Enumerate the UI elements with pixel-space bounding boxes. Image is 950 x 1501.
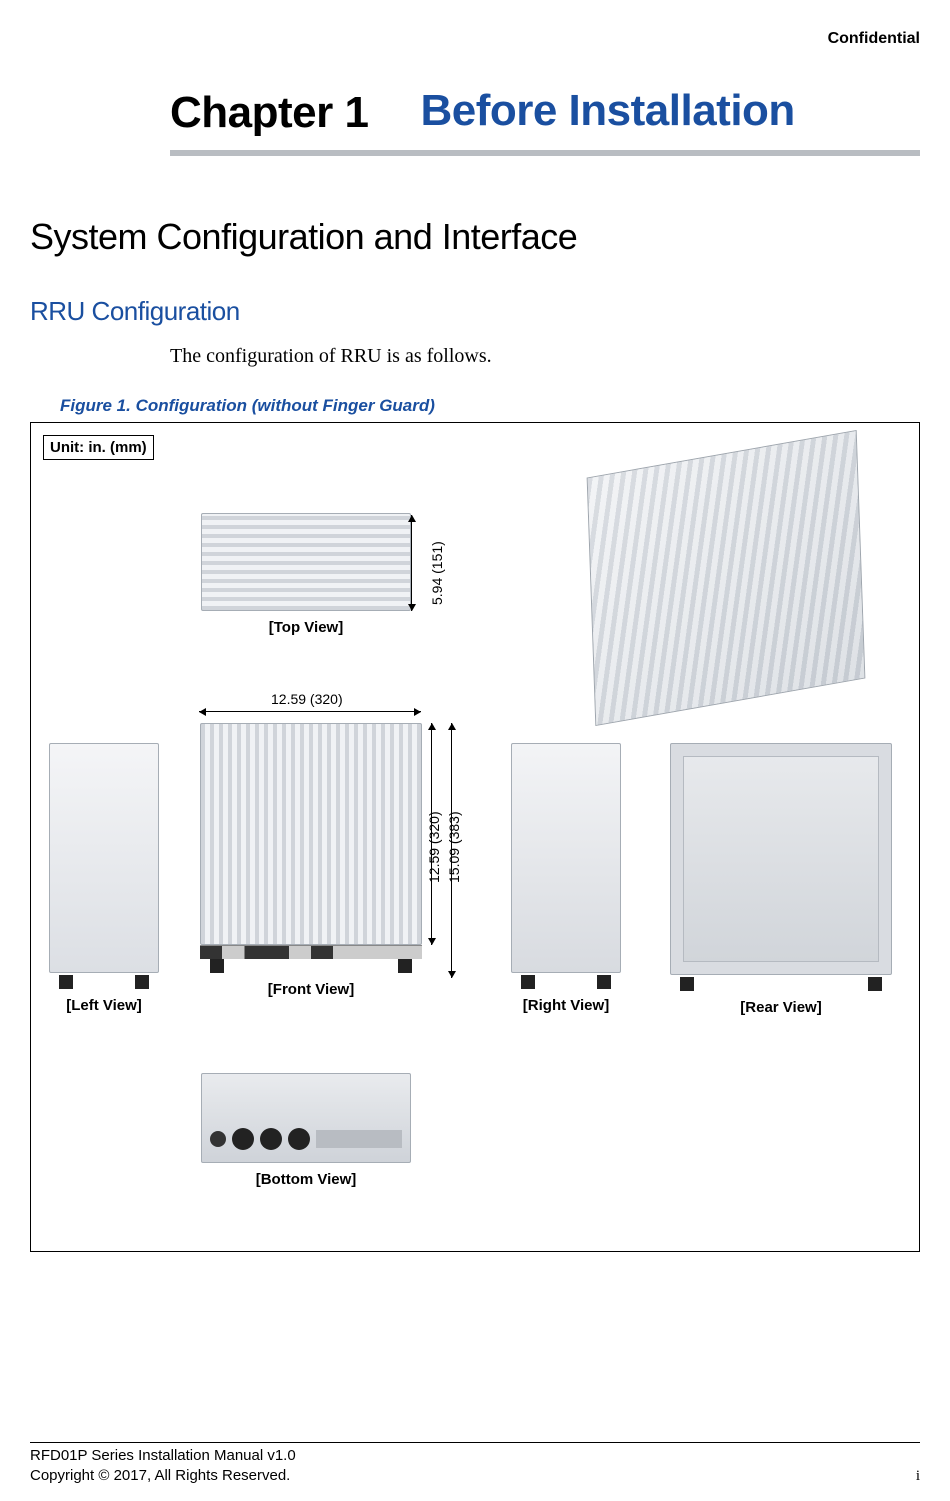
rear-view-label: [Rear View] bbox=[661, 999, 901, 1016]
top-view-label: [Top View] bbox=[191, 619, 421, 636]
chapter-heading: Chapter 1 Before Installation bbox=[170, 88, 920, 138]
isometric-view-image bbox=[587, 430, 866, 726]
top-view-image bbox=[201, 513, 411, 611]
dim-height-overall: 15.09 (383) bbox=[446, 811, 462, 883]
right-view-image bbox=[511, 743, 621, 973]
footer-divider bbox=[30, 1442, 920, 1443]
footer-manual: RFD01P Series Installation Manual v1.0 bbox=[30, 1446, 296, 1466]
footer-copyright: Copyright © 2017, All Rights Reserved. bbox=[30, 1466, 296, 1486]
dim-depth: 5.94 (151) bbox=[429, 541, 445, 605]
confidential-label: Confidential bbox=[30, 30, 920, 48]
left-view-label: [Left View] bbox=[39, 997, 169, 1014]
body-paragraph: The configuration of RRU is as follows. bbox=[170, 345, 920, 368]
footer-page-number: i bbox=[916, 1468, 920, 1485]
front-view-panel: [Front View] bbox=[191, 723, 431, 998]
dim-width: 12.59 (320) bbox=[271, 691, 343, 707]
chapter-number: Chapter 1 bbox=[170, 88, 368, 138]
rear-view-panel: [Rear View] bbox=[661, 743, 901, 1016]
left-view-panel: [Left View] bbox=[39, 743, 169, 1014]
figure-caption: Figure 1. Configuration (without Finger … bbox=[60, 396, 920, 416]
section-heading-1: System Configuration and Interface bbox=[30, 216, 920, 258]
front-view-label: [Front View] bbox=[191, 981, 431, 998]
right-view-panel: [Right View] bbox=[491, 743, 641, 1014]
right-view-label: [Right View] bbox=[491, 997, 641, 1014]
dim-height-body: 12.59 (320) bbox=[426, 811, 442, 883]
left-view-image bbox=[49, 743, 159, 973]
rear-view-image bbox=[670, 743, 892, 975]
front-view-image bbox=[200, 723, 422, 945]
dim-line-depth bbox=[411, 515, 412, 611]
section-heading-2: RRU Configuration bbox=[30, 296, 920, 327]
page-footer: RFD01P Series Installation Manual v1.0 C… bbox=[30, 1446, 920, 1485]
chapter-divider bbox=[170, 150, 920, 156]
dim-line-width bbox=[199, 711, 421, 712]
chapter-title: Before Installation bbox=[420, 88, 794, 134]
bottom-view-panel: [Bottom View] bbox=[191, 1073, 421, 1188]
bottom-view-image bbox=[201, 1073, 411, 1163]
figure-container: Unit: in. (mm) [Top View] 5.94 (151) 12.… bbox=[30, 422, 920, 1252]
unit-label: Unit: in. (mm) bbox=[43, 435, 154, 460]
top-view-panel: [Top View] bbox=[191, 513, 421, 636]
bottom-view-label: [Bottom View] bbox=[191, 1171, 421, 1188]
